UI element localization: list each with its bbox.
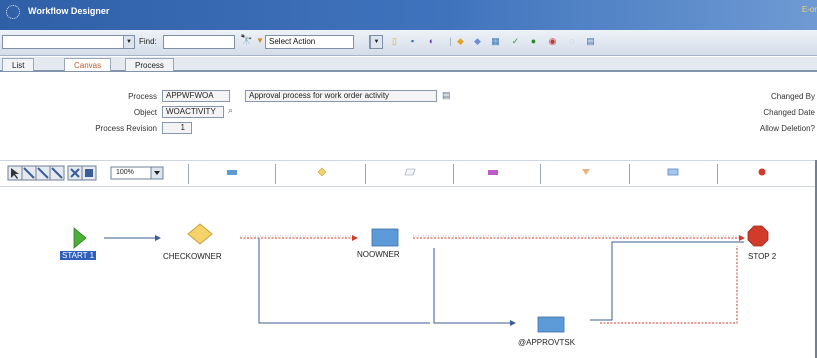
select-tool-icon[interactable] bbox=[7, 165, 23, 181]
zoom-value: 100% bbox=[116, 169, 134, 176]
record-select[interactable]: ▼ bbox=[2, 35, 135, 49]
tab-process[interactable]: Process bbox=[125, 58, 174, 71]
stop-node-icon[interactable] bbox=[758, 168, 766, 176]
zoom-icon[interactable]: ◌ bbox=[565, 35, 578, 48]
process-field[interactable]: APPWFWOA bbox=[162, 90, 230, 102]
wait-node-icon[interactable] bbox=[582, 169, 590, 175]
binoculars-icon[interactable]: 🔭 bbox=[240, 35, 252, 46]
grid-toggle-icon[interactable] bbox=[81, 165, 97, 181]
stop-node[interactable] bbox=[747, 225, 769, 247]
approvtsk-to-stop-negative-connector[interactable] bbox=[600, 246, 738, 324]
new-record-icon[interactable]: ▯ bbox=[388, 35, 401, 48]
tab-bar: List Canvas Process bbox=[0, 57, 817, 72]
manual-input-node-icon[interactable] bbox=[404, 168, 416, 176]
find-label: Find: bbox=[139, 37, 157, 46]
changed-date-label: Changed Date bbox=[763, 108, 815, 117]
noowner-node-label[interactable]: NOOWNER bbox=[357, 250, 400, 259]
palette-divider bbox=[365, 164, 366, 184]
checkowner-node-label[interactable]: CHECKOWNER bbox=[163, 252, 222, 261]
select-action-dropdown[interactable]: Select Action bbox=[265, 35, 354, 49]
palette-divider bbox=[275, 164, 276, 184]
title-bar: Workflow Designer E-or bbox=[0, 0, 817, 30]
revision-label: Process Revision bbox=[95, 124, 157, 133]
object-label: Object bbox=[133, 108, 157, 117]
checkowner-to-approvtsk-connector[interactable] bbox=[258, 238, 430, 324]
condition-node-icon[interactable] bbox=[317, 167, 327, 177]
task-node-icon[interactable] bbox=[227, 170, 237, 175]
subprocess-node-icon[interactable] bbox=[667, 168, 679, 176]
save-icon[interactable]: ▪ bbox=[406, 35, 419, 48]
negative-connector-icon[interactable] bbox=[35, 165, 51, 181]
palette-divider bbox=[540, 164, 541, 184]
stop-node-label[interactable]: STOP 2 bbox=[748, 252, 776, 261]
palette-divider bbox=[717, 164, 718, 184]
chevron-down-icon[interactable]: ▼ bbox=[370, 36, 382, 48]
clear-icon[interactable]: ◐ bbox=[425, 35, 438, 48]
previous-icon[interactable]: ◆ bbox=[454, 35, 467, 48]
action-connector-icon[interactable] bbox=[49, 165, 65, 181]
revision-field[interactable]: 1 bbox=[162, 122, 192, 134]
tab-canvas[interactable]: Canvas bbox=[64, 58, 112, 71]
validate-icon[interactable]: ✓ bbox=[509, 35, 522, 48]
action-arrow-icon: ▼ bbox=[256, 36, 264, 45]
noowner-task-icon[interactable] bbox=[371, 228, 399, 247]
activate-icon[interactable]: ● bbox=[527, 35, 540, 48]
changed-by-label: Changed By bbox=[770, 92, 815, 101]
search-icon[interactable]: ⌕ bbox=[228, 105, 233, 116]
approvtsk-to-stop-positive-connector[interactable] bbox=[590, 241, 744, 321]
action-dropdown-button[interactable]: ▼ bbox=[369, 35, 383, 49]
interaction-node-icon[interactable] bbox=[488, 170, 498, 175]
next-icon[interactable]: ◆ bbox=[471, 35, 484, 48]
user-indicator[interactable]: E-or bbox=[802, 5, 817, 14]
process-form: Process APPWFWOA Approval process for wo… bbox=[0, 73, 817, 155]
palette-divider bbox=[453, 164, 454, 184]
grid-icon[interactable]: ▦ bbox=[489, 35, 502, 48]
chevron-down-icon[interactable]: ▼ bbox=[123, 36, 134, 48]
noowner-to-approvtsk-connector[interactable] bbox=[433, 248, 516, 326]
workflow-diagram bbox=[73, 223, 769, 333]
start-node-icon[interactable] bbox=[73, 227, 87, 249]
app-logo-icon bbox=[6, 5, 20, 19]
process-description-field[interactable]: Approval process for work order activity bbox=[245, 90, 437, 102]
find-input[interactable] bbox=[163, 35, 235, 49]
palette-divider bbox=[629, 164, 630, 184]
object-field[interactable]: WOACTIVITY bbox=[162, 106, 224, 118]
start-node-label[interactable]: START 1 bbox=[60, 251, 97, 260]
process-label: Process bbox=[128, 92, 157, 101]
deactivate-icon[interactable]: ◉ bbox=[546, 35, 559, 48]
delete-icon[interactable] bbox=[67, 165, 83, 181]
tab-list[interactable]: List bbox=[2, 58, 35, 71]
print-icon[interactable]: ▤ bbox=[584, 35, 597, 48]
approvtsk-node-label[interactable]: @APPROVTSK bbox=[518, 338, 575, 347]
window-title: Workflow Designer bbox=[28, 6, 110, 16]
positive-connector-icon[interactable] bbox=[21, 165, 37, 181]
checkowner-condition-icon[interactable] bbox=[187, 223, 213, 245]
palette-divider bbox=[188, 164, 189, 184]
approvtsk-task-icon[interactable] bbox=[537, 316, 565, 333]
long-description-icon[interactable]: ▤ bbox=[442, 90, 451, 101]
allow-deletion-label: Allow Deletion? bbox=[759, 124, 815, 133]
